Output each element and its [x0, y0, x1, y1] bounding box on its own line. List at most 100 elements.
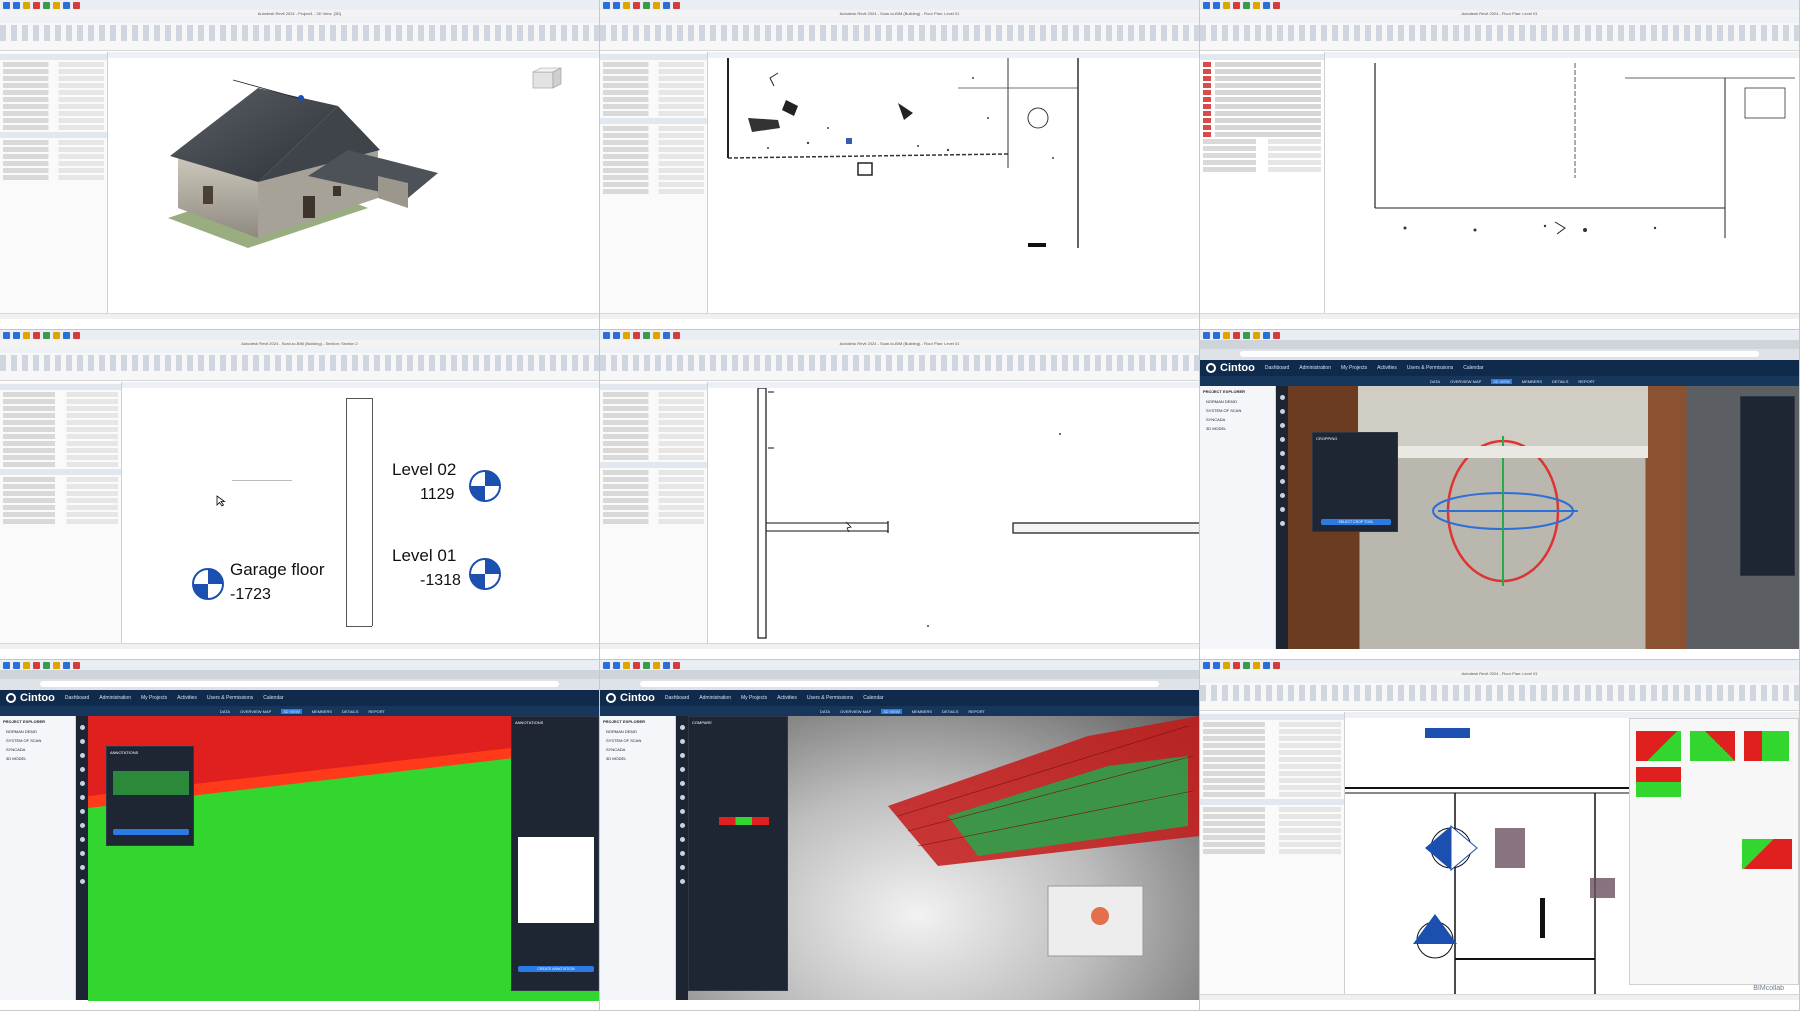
subnav-3d-view[interactable]: 3D VIEW — [1491, 378, 1512, 384]
wall-line — [346, 398, 372, 399]
create-annotation-popup-button[interactable] — [113, 829, 189, 835]
nav-dashboard[interactable]: Dashboard — [1265, 365, 1289, 371]
properties-panel[interactable] — [0, 52, 108, 319]
address-bar[interactable] — [640, 681, 1159, 687]
explorer-item[interactable]: NORMAN DEMO — [1200, 397, 1275, 406]
window-title: Autodesk Revit 2024 - Scan-to-BIM (Build… — [600, 10, 1199, 17]
tool-rail[interactable] — [676, 716, 688, 1000]
subnav-3d-view[interactable]: 3D VIEW — [281, 708, 302, 714]
tile-revit-plan-family-browser: Autodesk Revit 2024 - Floor Plan: Level … — [1200, 0, 1800, 330]
explorer-item[interactable]: SYSTEM OF SCAN — [1200, 406, 1275, 415]
nav-activities[interactable]: Activities — [177, 695, 197, 701]
subnav-members[interactable]: MEMBERS — [312, 709, 332, 714]
level-head-icon[interactable] — [192, 568, 224, 600]
subnav-report[interactable]: REPORT — [968, 709, 985, 714]
nav-users-permissions[interactable]: Users & Permissions — [807, 695, 853, 701]
compare-viewport[interactable]: COMPARE — [688, 716, 1199, 1000]
cintoo-logo-icon — [6, 693, 16, 703]
subnav-details[interactable]: DETAILS — [942, 709, 958, 714]
nav-my-projects[interactable]: My Projects — [1341, 365, 1367, 371]
explorer-item[interactable]: 3D MODEL — [0, 754, 75, 763]
ribbon-tabs[interactable] — [1200, 677, 1799, 683]
3d-viewport[interactable] — [108, 58, 599, 313]
nav-calendar[interactable]: Calendar — [1463, 365, 1483, 371]
subnav-3d-view[interactable]: 3D VIEW — [881, 708, 902, 714]
level-name[interactable]: Level 02 — [392, 460, 456, 480]
nav-users-permissions[interactable]: Users & Permissions — [1407, 365, 1453, 371]
subnav-overview-map[interactable]: OVERVIEW MAP — [1450, 379, 1481, 384]
properties-panel[interactable] — [0, 382, 122, 649]
properties-panel[interactable] — [600, 52, 708, 319]
tool-rail[interactable] — [76, 716, 88, 1000]
nav-dashboard[interactable]: Dashboard — [65, 695, 89, 701]
crop-sliders-panel[interactable] — [1740, 396, 1795, 576]
explorer-item[interactable]: NORMAN DEMO — [0, 727, 75, 736]
nav-activities[interactable]: Activities — [1377, 365, 1397, 371]
explorer-item[interactable]: SYNCADA — [1200, 415, 1275, 424]
nav-calendar[interactable]: Calendar — [863, 695, 883, 701]
plan-viewport[interactable] — [708, 387, 1199, 643]
cintoo-logo[interactable]: Cintoo — [1206, 362, 1255, 374]
subnav-report[interactable]: REPORT — [368, 709, 385, 714]
nav-my-projects[interactable]: My Projects — [141, 695, 167, 701]
nav-administration[interactable]: Administration — [699, 695, 731, 701]
cintoo-logo[interactable]: Cintoo — [606, 692, 655, 704]
properties-panel[interactable] — [600, 382, 708, 649]
taskbar — [600, 0, 1199, 10]
bimcollab-watermark: BIMcollab — [1753, 985, 1784, 992]
tool-rail[interactable] — [1276, 386, 1288, 649]
cintoo-logo[interactable]: Cintoo — [6, 692, 55, 704]
subnav-details[interactable]: DETAILS — [1552, 379, 1568, 384]
subnav-data[interactable]: DATA — [220, 709, 230, 714]
nav-activities[interactable]: Activities — [777, 695, 797, 701]
nav-administration[interactable]: Administration — [99, 695, 131, 701]
explorer-item[interactable]: 3D MODEL — [1200, 424, 1275, 433]
subnav-members[interactable]: MEMBERS — [912, 709, 932, 714]
type-selector-list[interactable] — [1200, 52, 1325, 319]
explorer-item[interactable]: SYSTEM OF SCAN — [0, 736, 75, 745]
level-elevation[interactable]: -1723 — [230, 586, 271, 604]
level-head-icon[interactable] — [469, 470, 501, 502]
level-elevation[interactable]: -1318 — [420, 572, 461, 590]
taskbar — [1200, 0, 1799, 10]
popup-title: ANNOTATIONS — [110, 750, 139, 755]
subnav-data[interactable]: DATA — [1430, 379, 1440, 384]
ribbon-tabs[interactable] — [0, 17, 599, 23]
level-elevation[interactable]: 1129 — [420, 486, 454, 504]
properties-panel[interactable] — [1200, 712, 1345, 1000]
select-crop-tool-button[interactable]: SELECT CROP TOOL — [1321, 519, 1391, 525]
level-name[interactable]: Garage floor — [230, 560, 325, 580]
plan-viewport[interactable] — [708, 58, 1199, 313]
bimcollab-issues-panel[interactable] — [1629, 718, 1799, 985]
nav-users-permissions[interactable]: Users & Permissions — [207, 695, 253, 701]
level-head-icon[interactable] — [469, 558, 501, 590]
explorer-item[interactable]: SYNCADA — [600, 745, 675, 754]
level-name[interactable]: Level 01 — [392, 546, 456, 566]
ribbon-tabs[interactable] — [600, 347, 1199, 353]
create-annotation-button[interactable]: CREATE ANNOTATION — [518, 966, 594, 972]
ribbon-tabs[interactable] — [0, 347, 599, 353]
deviation-viewport[interactable]: ANNOTATIONS ANNOTATIONS CREATE ANNOTATIO… — [88, 716, 599, 1001]
explorer-item[interactable]: 3D MODEL — [600, 754, 675, 763]
nav-my-projects[interactable]: My Projects — [741, 695, 767, 701]
subnav-members[interactable]: MEMBERS — [1522, 379, 1542, 384]
explorer-item[interactable]: SYSTEM OF SCAN — [600, 736, 675, 745]
explorer-item[interactable]: SYNCADA — [0, 745, 75, 754]
subnav-report[interactable]: REPORT — [1578, 379, 1595, 384]
subnav-overview-map[interactable]: OVERVIEW MAP — [240, 709, 271, 714]
plan-viewport[interactable]: BIMcollab — [1345, 718, 1784, 995]
subnav-details[interactable]: DETAILS — [342, 709, 358, 714]
ribbon-tabs[interactable] — [600, 17, 1199, 23]
plan-viewport[interactable] — [1325, 58, 1799, 313]
nav-calendar[interactable]: Calendar — [263, 695, 283, 701]
nav-dashboard[interactable]: Dashboard — [665, 695, 689, 701]
subnav-data[interactable]: DATA — [820, 709, 830, 714]
3d-scan-viewport[interactable]: CROPPING SELECT CROP TOOL — [1288, 386, 1799, 649]
address-bar[interactable] — [40, 681, 559, 687]
nav-administration[interactable]: Administration — [1299, 365, 1331, 371]
explorer-item[interactable]: NORMAN DEMO — [600, 727, 675, 736]
subnav-overview-map[interactable]: OVERVIEW MAP — [840, 709, 871, 714]
section-viewport[interactable]: Level 02 1129 Level 01 -1318 Garage floo… — [122, 388, 599, 643]
ribbon-tabs[interactable] — [1200, 17, 1799, 23]
address-bar[interactable] — [1240, 351, 1759, 357]
